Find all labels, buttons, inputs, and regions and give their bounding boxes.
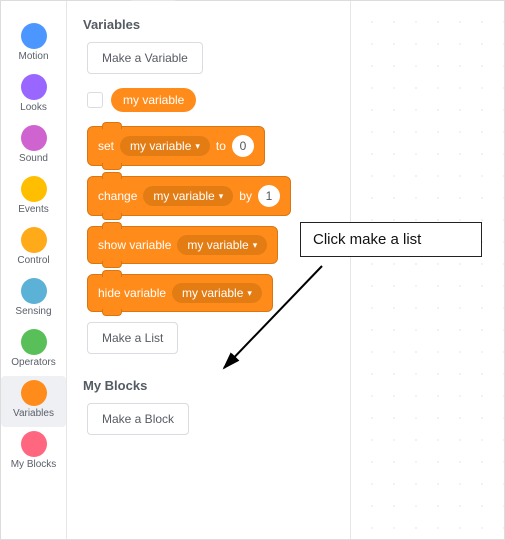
show-variable-block[interactable]: show variable my variable ▾ [87, 226, 278, 264]
number-input[interactable]: 0 [232, 135, 254, 157]
chevron-down-icon: ▾ [195, 141, 200, 152]
category-sensing[interactable]: Sensing [1, 274, 66, 325]
category-label: Events [1, 204, 66, 215]
category-dot-icon [21, 74, 47, 100]
category-dot-icon [21, 125, 47, 151]
make-block-button[interactable]: Make a Block [87, 403, 189, 435]
block-text: set [98, 139, 114, 153]
annotation-text: Click make a list [313, 231, 421, 248]
category-label: My Blocks [1, 459, 66, 470]
scratch-editor: Motion Looks Sound Events Control Sensing Oper… [0, 0, 505, 540]
variable-dropdown[interactable]: my variable ▾ [143, 186, 233, 206]
stage-area[interactable] [351, 1, 504, 539]
category-label: Control [1, 255, 66, 266]
category-variables[interactable]: Variables [1, 376, 66, 427]
block-palette: Variables Make a Variable my variable se… [67, 1, 351, 539]
category-looks[interactable]: Looks [1, 70, 66, 121]
block-text: by [239, 189, 252, 203]
number-input[interactable]: 1 [258, 185, 280, 207]
category-label: Sound [1, 153, 66, 164]
variable-reporter-block[interactable]: my variable [111, 88, 196, 112]
variable-dropdown[interactable]: my variable ▾ [177, 235, 267, 255]
block-text: change [98, 189, 137, 203]
hide-variable-block[interactable]: hide variable my variable ▾ [87, 274, 273, 312]
category-dot-icon [21, 23, 47, 49]
variable-checkbox[interactable] [87, 92, 103, 108]
category-label: Motion [1, 51, 66, 62]
annotation-callout: Click make a list [300, 222, 482, 257]
category-control[interactable]: Control [1, 223, 66, 274]
category-label: Operators [1, 357, 66, 368]
category-column: Motion Looks Sound Events Control Sensing Oper… [1, 1, 67, 539]
make-list-button[interactable]: Make a List [87, 322, 178, 354]
category-dot-icon [21, 380, 47, 406]
category-operators[interactable]: Operators [1, 325, 66, 376]
category-label: Sensing [1, 306, 66, 317]
block-text: to [216, 139, 226, 153]
category-dot-icon [21, 431, 47, 457]
change-variable-block[interactable]: change my variable ▾ by 1 [87, 176, 291, 216]
category-my-blocks[interactable]: My Blocks [1, 427, 66, 478]
make-variable-button[interactable]: Make a Variable [87, 42, 203, 74]
variable-dropdown[interactable]: my variable ▾ [172, 283, 262, 303]
set-variable-block[interactable]: set my variable ▾ to 0 [87, 126, 265, 166]
category-dot-icon [21, 329, 47, 355]
block-text: hide variable [98, 286, 166, 300]
block-text: show variable [98, 238, 171, 252]
category-sound[interactable]: Sound [1, 121, 66, 172]
category-label: Variables [1, 408, 66, 419]
category-label: Looks [1, 102, 66, 113]
variable-name: my variable [123, 93, 184, 107]
category-dot-icon [21, 176, 47, 202]
stage-grid [351, 1, 504, 539]
variable-dropdown[interactable]: my variable ▾ [120, 136, 210, 156]
category-dot-icon [21, 227, 47, 253]
category-events[interactable]: Events [1, 172, 66, 223]
category-motion[interactable]: Motion [1, 19, 66, 70]
section-title-myblocks: My Blocks [83, 378, 338, 393]
chevron-down-icon: ▾ [219, 191, 224, 202]
chevron-down-icon: ▾ [253, 240, 258, 251]
variable-row: my variable [87, 88, 338, 112]
chevron-down-icon: ▾ [247, 288, 252, 299]
section-title-variables: Variables [83, 17, 338, 32]
category-dot-icon [21, 278, 47, 304]
